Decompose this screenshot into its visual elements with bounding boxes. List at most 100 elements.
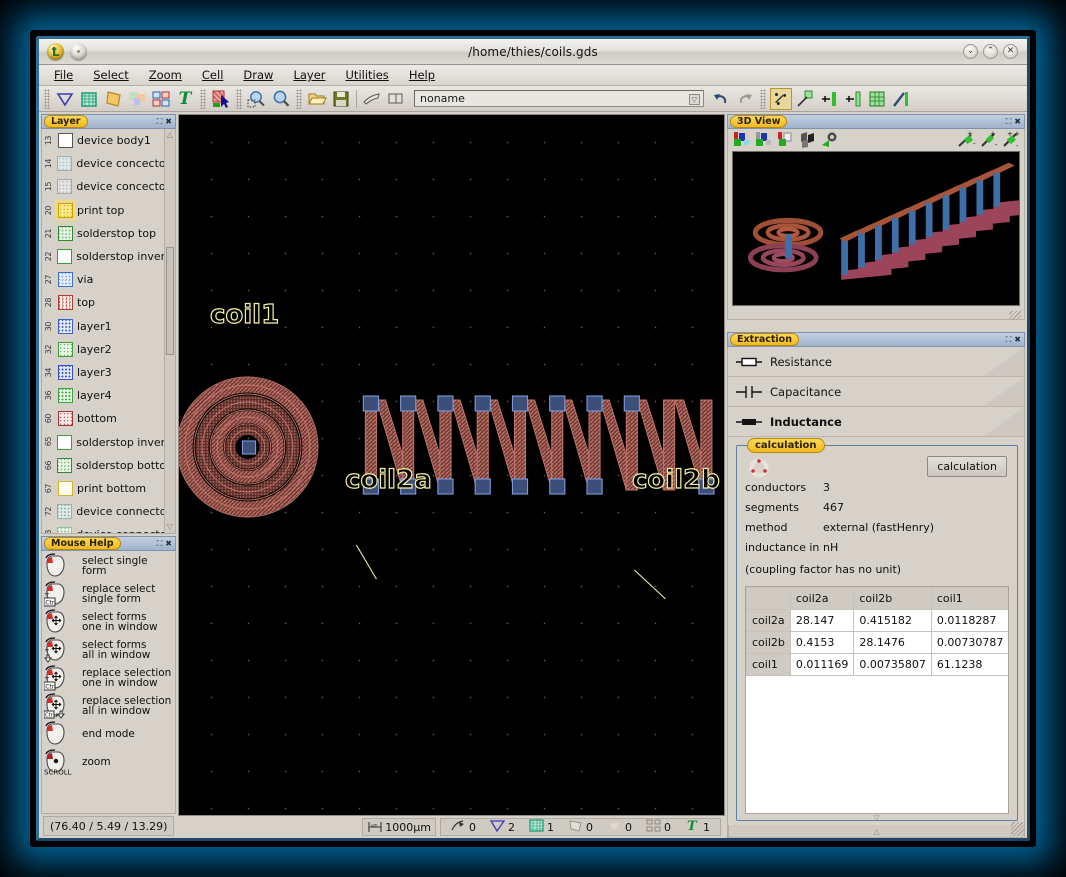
menu-zoom[interactable]: Zoom: [140, 66, 191, 84]
menu-cell[interactable]: Cell: [193, 66, 233, 84]
menu-utilities[interactable]: Utilities: [337, 66, 398, 84]
layer-swatch-icon[interactable]: [57, 527, 73, 533]
cell-name-combo[interactable]: noname ▽: [414, 90, 704, 107]
layer-swatch-icon[interactable]: [57, 249, 73, 265]
drc-icon[interactable]: [770, 87, 792, 110]
layer-row[interactable]: 22 solderstop invers: [42, 245, 164, 268]
layer-row[interactable]: 72 device connector: [42, 500, 164, 523]
layer-panel-float-button[interactable]: ⛶: [157, 117, 163, 126]
undo-icon[interactable]: [710, 88, 732, 110]
view3d-resize-grip[interactable]: [1009, 311, 1021, 319]
layer-swatch-icon[interactable]: [58, 318, 73, 334]
layer-row[interactable]: 66 solderstop bottom: [42, 454, 164, 477]
extract-icon[interactable]: [794, 88, 816, 110]
layer-swatch-icon[interactable]: [57, 179, 73, 195]
layer-swatch-icon[interactable]: [57, 457, 72, 473]
extraction-section-capacitance[interactable]: Capacitance: [728, 377, 1024, 407]
layout-canvas[interactable]: coil1 coil2a coil2b: [178, 114, 725, 816]
layer-swatch-icon[interactable]: [58, 388, 73, 404]
measure-icon[interactable]: [361, 88, 383, 110]
layer-row[interactable]: 34 layer3: [42, 361, 164, 384]
polygon-tool-icon[interactable]: [54, 88, 76, 110]
layer-row[interactable]: 27 via: [42, 268, 164, 291]
cell-array-icon[interactable]: [150, 88, 172, 110]
layer-list[interactable]: 13 device body1 14 device concector 15 device…: [42, 129, 164, 533]
layer-panel-close-button[interactable]: ✖: [165, 117, 172, 126]
layer-row[interactable]: 28 top: [42, 291, 164, 314]
toolbar-grip-5[interactable]: [760, 88, 766, 109]
toolbar-grip-4[interactable]: [296, 88, 302, 109]
toolbar-grip-2[interactable]: [200, 88, 206, 109]
layer-row[interactable]: 32 layer2: [42, 338, 164, 361]
layer-swatch-icon[interactable]: [58, 364, 73, 380]
layer-row[interactable]: 20 print top: [42, 199, 164, 222]
net-highlight-icon[interactable]: [866, 88, 888, 110]
layer-swatch-icon[interactable]: [58, 341, 73, 357]
menu-layer[interactable]: Layer: [284, 66, 334, 84]
fill-pattern-icon[interactable]: [78, 88, 100, 110]
mouse-help-close-button[interactable]: ✖: [165, 539, 172, 548]
layer-row[interactable]: 15 device concector: [42, 175, 164, 198]
redo-icon[interactable]: [734, 88, 756, 110]
toolbar-grip-3[interactable]: [236, 88, 242, 109]
menu-help[interactable]: Help: [400, 66, 444, 84]
layer-swatch-icon[interactable]: [58, 295, 73, 311]
zoom-x-icon[interactable]: + -: [956, 130, 976, 149]
layer-scroll-thumb[interactable]: [166, 247, 174, 355]
extraction-scrollbar[interactable]: △ ▽: [728, 813, 1024, 837]
shade-mode-icon[interactable]: [754, 131, 774, 149]
layer-row[interactable]: 21 solderstop top: [42, 222, 164, 245]
layer-row[interactable]: 60 bottom: [42, 407, 164, 430]
extraction-close-button[interactable]: ✖: [1014, 335, 1021, 344]
scroll-up-icon[interactable]: △: [166, 130, 174, 140]
extraction-section-resistance[interactable]: Resistance: [728, 347, 1024, 377]
layer-row[interactable]: 67 print bottom: [42, 477, 164, 500]
layer-list-scrollbar[interactable]: △ ▽: [164, 129, 175, 533]
open-file-icon[interactable]: [306, 88, 328, 110]
zoom-z-icon[interactable]: + + -: [1000, 130, 1020, 150]
net-probe-icon[interactable]: [890, 88, 912, 110]
layer-swatch-icon[interactable]: [58, 272, 73, 288]
scale-indicator[interactable]: µm 1000µm: [362, 818, 436, 836]
rotate-shape-icon[interactable]: [102, 88, 124, 110]
layer-swatch-icon[interactable]: [58, 133, 73, 149]
window-resize-grip[interactable]: [1011, 822, 1025, 836]
layer-swatch-icon[interactable]: [58, 480, 73, 496]
menu-file[interactable]: File: [45, 66, 82, 84]
layer-row[interactable]: 13 device body1: [42, 129, 164, 152]
ruler-icon[interactable]: [385, 88, 407, 110]
layer-swatch-icon[interactable]: [55, 199, 76, 221]
scroll-down-icon[interactable]: ▽: [166, 522, 174, 532]
layer-swatch-icon[interactable]: [57, 434, 73, 450]
view3d-float-button[interactable]: ⛶: [1006, 117, 1012, 126]
select-area-icon[interactable]: [210, 88, 232, 110]
color-mode-icon[interactable]: [732, 131, 752, 149]
menu-draw[interactable]: Draw: [234, 66, 282, 84]
extraction-scroll-up-icon[interactable]: △: [730, 826, 1023, 837]
layer-swatch-icon[interactable]: [58, 411, 73, 427]
port-in-icon[interactable]: [842, 88, 864, 110]
layer-swatch-icon[interactable]: [58, 225, 73, 241]
save-file-icon[interactable]: [330, 88, 352, 110]
layer-swatch-icon[interactable]: [57, 156, 73, 172]
view3d-close-button[interactable]: ✖: [1014, 117, 1021, 126]
layer-row[interactable]: 14 device concector: [42, 152, 164, 175]
zoom-region-icon[interactable]: [246, 88, 268, 110]
port-add-icon[interactable]: [818, 88, 840, 110]
layer-row[interactable]: 30 layer1: [42, 315, 164, 338]
inductance-matrix-container[interactable]: coil2a coil2b coil1 coil2a 28.147 0.415182 0.0…: [745, 586, 1009, 814]
extraction-float-button[interactable]: ⛶: [1006, 335, 1012, 344]
grey-mode-icon[interactable]: [798, 131, 818, 149]
zoom-y-icon[interactable]: + -: [978, 130, 998, 149]
toolbar-grip[interactable]: [44, 88, 50, 109]
layer-swatch-icon[interactable]: [57, 504, 73, 520]
extraction-scroll-down-icon[interactable]: ▽: [730, 812, 1023, 823]
wire-mode-icon[interactable]: [776, 131, 796, 149]
text-tool-icon[interactable]: T: [174, 88, 196, 110]
view3d-canvas[interactable]: [732, 151, 1020, 306]
zoom-icon[interactable]: [270, 88, 292, 110]
calculation-button[interactable]: calculation: [927, 456, 1007, 477]
menu-select[interactable]: Select: [84, 66, 137, 84]
extraction-section-inductance[interactable]: Inductance: [728, 407, 1024, 437]
mouse-help-float-button[interactable]: ⛶: [157, 539, 163, 548]
